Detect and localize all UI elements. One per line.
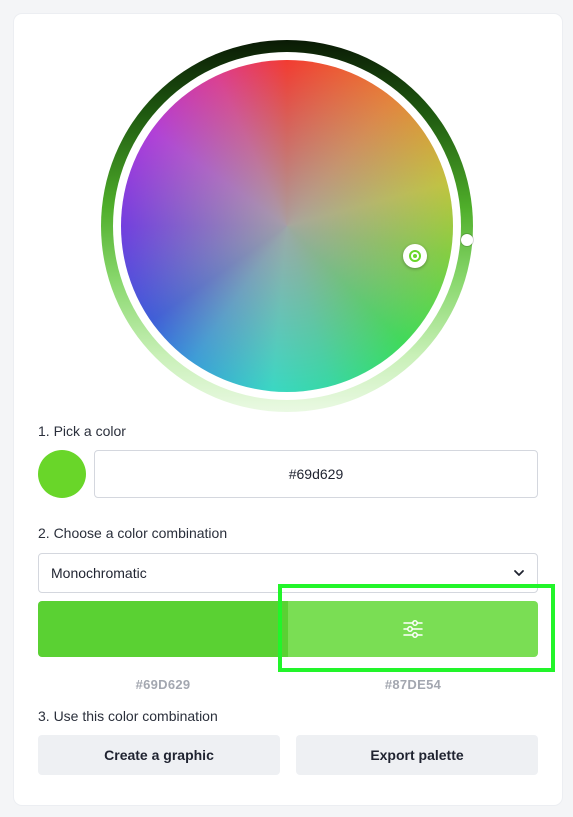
hex-color-input[interactable]: [94, 450, 538, 498]
combination-select-value: Monochromatic: [51, 565, 147, 581]
step-3-label: 3. Use this color combination: [38, 708, 218, 724]
palette-hex-2: #87DE54: [384, 677, 442, 692]
step-1-label: 1. Pick a color: [38, 423, 126, 439]
chevron-down-icon: [514, 570, 524, 576]
palette-color-1[interactable]: [38, 601, 288, 657]
sliders-icon[interactable]: [402, 619, 424, 639]
color-wheel[interactable]: [101, 40, 473, 412]
step-2-label: 2. Choose a color combination: [38, 525, 228, 541]
lightness-knob[interactable]: [461, 234, 473, 246]
color-wheel-card: 1. Pick a color 2. Choose a color combin…: [14, 14, 562, 805]
palette-color-2[interactable]: [288, 601, 538, 657]
handle-target-icon: [409, 250, 421, 262]
create-graphic-button[interactable]: Create a graphic: [38, 735, 280, 775]
export-palette-button[interactable]: Export palette: [296, 735, 538, 775]
combination-select[interactable]: Monochromatic: [38, 553, 538, 593]
palette-hex-1: #69D629: [135, 677, 191, 692]
color-picker-handle[interactable]: [403, 244, 427, 268]
selected-color-swatch: [38, 450, 86, 498]
saturation-overlay: [121, 60, 453, 392]
